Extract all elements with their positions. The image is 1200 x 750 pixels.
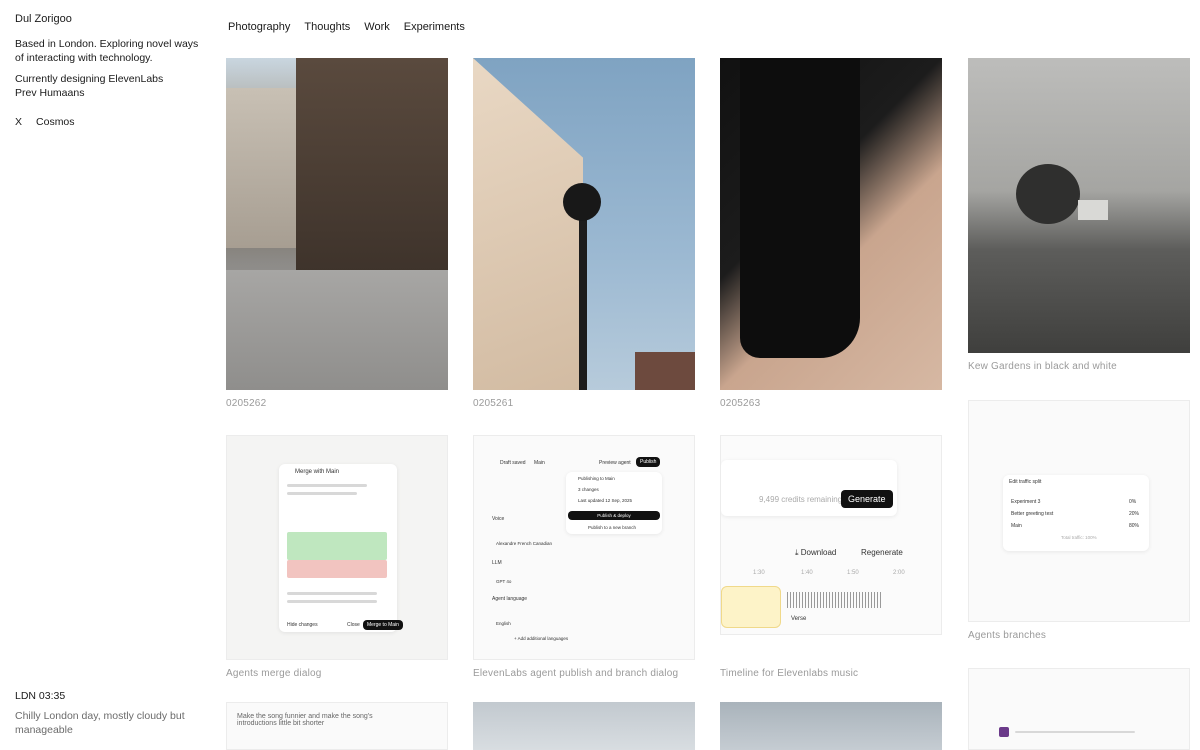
add-language-label: + Add additional languages (514, 636, 569, 641)
grid-item[interactable]: Merge with Main Merge to Main Close Hide… (226, 435, 448, 679)
photo-thumbnail[interactable] (226, 58, 448, 390)
updated-label: Last updated 12 Sep, 2025 (578, 498, 633, 503)
ui-thumbnail[interactable]: Merge with Main Merge to Main Close Hide… (226, 435, 448, 660)
grid-item[interactable]: 0205263 (720, 58, 942, 409)
status-block: LDN 03:35 Chilly London day, mostly clou… (15, 689, 200, 737)
branch-row: Better greeting test (1011, 511, 1054, 517)
ui-thumbnail[interactable]: Make the song funnier and make the song'… (226, 702, 448, 750)
new-branch-label: Publish to a new branch (588, 525, 637, 530)
credits-label: 9,499 credits remaining (759, 495, 843, 504)
grid-item[interactable] (473, 702, 695, 750)
publish-deploy-button: Publish & deploy (568, 511, 660, 520)
main-label: Main (534, 460, 545, 466)
llm-label: LLM (492, 560, 502, 566)
grid-item[interactable] (720, 702, 942, 750)
photo-thumbnail[interactable] (720, 702, 942, 750)
item-caption: 0205262 (226, 398, 267, 409)
publishing-label: Publishing to Main (578, 476, 615, 481)
nav-work[interactable]: Work (364, 21, 389, 33)
current-role: Currently designing ElevenLabs (15, 73, 164, 85)
branch-value: 20% (1129, 511, 1140, 517)
preview-label: Preview agent (599, 460, 631, 466)
grid-item[interactable]: 0205261 (473, 58, 695, 409)
ui-thumbnail[interactable]: Draft saved Main Preview agent Publish P… (473, 435, 695, 660)
item-caption: ElevenLabs agent publish and branch dial… (473, 668, 679, 679)
agent-language-label: Agent language (492, 596, 528, 602)
branch-row: Main (1011, 523, 1022, 529)
changes-label: 3 changes (578, 487, 599, 492)
photo-thumbnail[interactable] (720, 58, 942, 390)
grid-item[interactable] (968, 668, 1190, 750)
regenerate-label: Regenerate (861, 548, 903, 557)
branch-row: Experiment 3 (1011, 499, 1041, 505)
draft-label: Draft saved (500, 460, 526, 466)
profile-role: Currently designing ElevenLabs Prev Huma… (15, 72, 205, 100)
social-link-cosmos[interactable]: Cosmos (36, 116, 75, 128)
photo-thumbnail[interactable] (473, 702, 695, 750)
time-tick: 2:00 (893, 570, 905, 576)
ui-thumbnail[interactable]: 9,499 credits remaining Generate ⤓ Downl… (720, 435, 942, 635)
grid-item[interactable]: Make the song funnier and make the song'… (226, 702, 448, 750)
time-tick: 1:40 (801, 570, 813, 576)
hide-label: Hide changes (287, 622, 318, 628)
merge-button: Merge to Main (363, 620, 403, 630)
ui-thumbnail[interactable]: Edit traffic split Experiment 3 0% Bette… (968, 400, 1190, 622)
previous-role: Prev Humaans (15, 87, 85, 99)
verse-label: Verse (791, 616, 807, 622)
sidebar: Dul Zorigoo Based in London. Exploring n… (15, 13, 205, 737)
ui-thumbnail[interactable] (968, 668, 1190, 750)
generate-button: Generate (841, 490, 893, 508)
profile-name[interactable]: Dul Zorigoo (15, 13, 205, 26)
grid-item[interactable]: 9,499 credits remaining Generate ⤓ Downl… (720, 435, 942, 679)
photo-thumbnail[interactable] (473, 58, 695, 390)
branch-value: 80% (1129, 523, 1140, 529)
nav-experiments[interactable]: Experiments (404, 21, 465, 33)
item-caption: Timeline for Elevenlabs music (720, 668, 859, 679)
grid-item[interactable]: Edit traffic split Experiment 3 0% Bette… (968, 400, 1190, 641)
branches-total: Total traffic: 100% (1061, 535, 1097, 540)
photo-thumbnail[interactable] (968, 58, 1190, 353)
nav-photography[interactable]: Photography (228, 21, 290, 33)
prompt-text: Make the song funnier and make the song'… (237, 713, 373, 727)
item-caption: 0205261 (473, 398, 514, 409)
grid-item[interactable]: Kew Gardens in black and white (968, 58, 1190, 372)
close-label: Close (347, 622, 360, 628)
location-time: LDN 03:35 (15, 690, 66, 702)
branch-value: 0% (1129, 499, 1137, 505)
item-caption: Kew Gardens in black and white (968, 361, 1117, 372)
voice-label: Voice (492, 516, 505, 522)
item-caption: 0205263 (720, 398, 761, 409)
voice-value: Alexandre French Canadian (496, 541, 553, 546)
language-value: English (496, 621, 511, 626)
grid-item[interactable]: Draft saved Main Preview agent Publish P… (473, 435, 695, 679)
profile-bio: Based in London. Exploring novel ways of… (15, 38, 199, 64)
album-art-icon (999, 727, 1009, 737)
publish-button: Publish (636, 457, 661, 467)
download-label: ⤓ Download (795, 548, 837, 557)
social-link-x[interactable]: X (15, 116, 22, 128)
nav-thoughts[interactable]: Thoughts (304, 21, 350, 33)
weather-text: Chilly London day, mostly cloudy but man… (15, 710, 185, 736)
grid-item[interactable]: 0205262 (226, 58, 448, 409)
time-tick: 1:50 (847, 570, 859, 576)
merge-title: Merge with Main (295, 469, 340, 475)
llm-value: GPT 4o (496, 579, 512, 584)
main-nav: Photography Thoughts Work Experiments (228, 21, 465, 33)
social-links: X Cosmos (15, 116, 205, 128)
branches-title: Edit traffic split (1009, 479, 1042, 485)
item-caption: Agents merge dialog (226, 668, 322, 679)
item-caption: Agents branches (968, 630, 1047, 641)
time-tick: 1:30 (753, 570, 765, 576)
